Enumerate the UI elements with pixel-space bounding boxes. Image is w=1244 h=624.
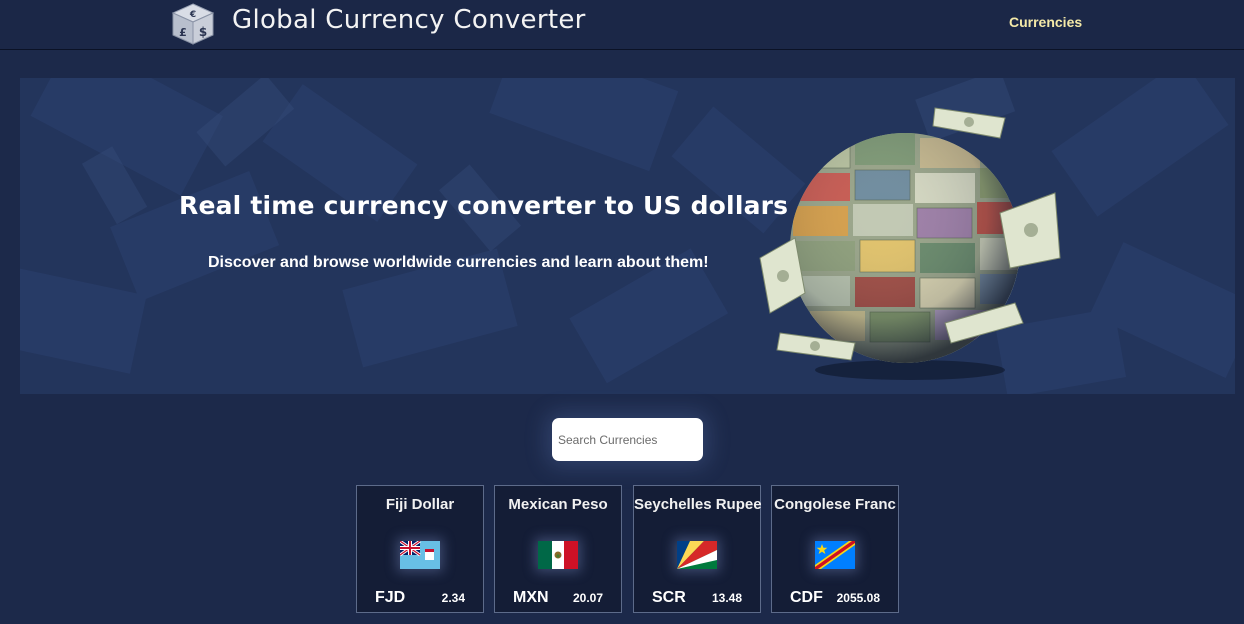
currency-rate: 20.07 [572, 591, 603, 605]
currency-card-grid: Fiji Dollar FJD 2.34 Mexican Peso MXN 20… [356, 485, 900, 613]
svg-text:$: $ [199, 25, 207, 39]
currency-name: Congolese Franc [774, 496, 896, 513]
site-title[interactable]: Global Currency Converter [232, 5, 586, 35]
svg-text:€: € [189, 10, 196, 20]
currency-rate: 13.48 [711, 591, 742, 605]
search-box [552, 418, 703, 461]
seychelles-flag-icon [677, 541, 717, 569]
mexico-flag-icon [538, 541, 578, 569]
currency-dice-icon[interactable]: € £ $ [170, 2, 216, 46]
money-globe-illustration [759, 107, 1061, 380]
hero-banner: Real time currency converter to US dolla… [20, 78, 1235, 394]
hero-title: Real time currency converter to US dolla… [179, 191, 789, 220]
currency-code: FJD [375, 589, 406, 606]
currency-card-scr[interactable]: Seychelles Rupee SCR 13.48 [633, 485, 762, 613]
fiji-flag-icon [400, 541, 440, 569]
currency-card-cdf[interactable]: Congolese Franc CDF 2055.08 [771, 485, 899, 613]
currency-rate: 2.34 [441, 591, 465, 605]
currency-code: CDF [790, 589, 823, 606]
search-currencies-input[interactable] [552, 418, 703, 461]
currency-code: MXN [513, 589, 549, 606]
currency-card-mxn[interactable]: Mexican Peso MXN 20.07 [494, 485, 622, 613]
currency-code: SCR [652, 589, 686, 606]
hero-subtitle: Discover and browse worldwide currencies… [208, 254, 709, 271]
currency-rate: 2055.08 [836, 591, 880, 605]
dr-congo-flag-icon [815, 541, 855, 569]
top-navbar: € £ $ Global Currency Converter Currenci… [0, 0, 1244, 50]
currency-name: Fiji Dollar [385, 496, 455, 513]
nav-currencies-link[interactable]: Currencies [1009, 14, 1082, 30]
currency-name: Seychelles Rupee [634, 496, 762, 513]
currency-card-fjd[interactable]: Fiji Dollar FJD 2.34 [356, 485, 484, 613]
svg-text:£: £ [179, 26, 187, 39]
currency-name: Mexican Peso [508, 496, 608, 513]
